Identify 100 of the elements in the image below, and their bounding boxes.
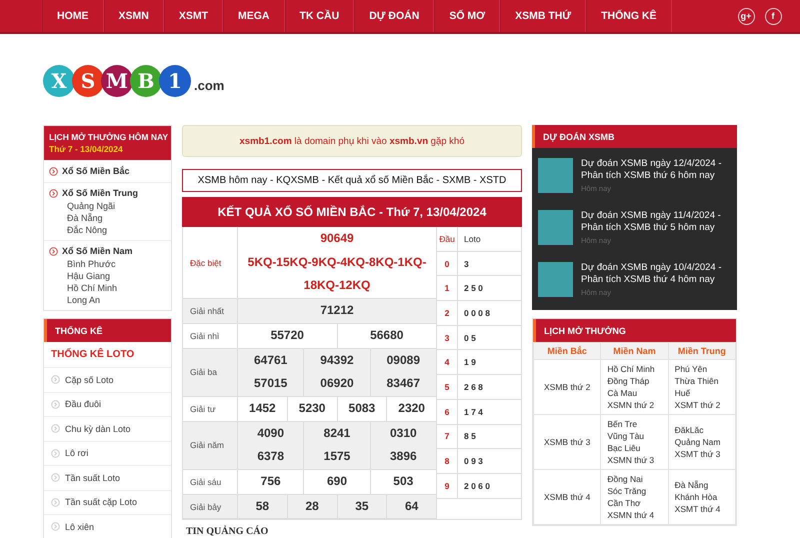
social-link[interactable]: g+: [738, 8, 755, 24]
table-cell: 4: [437, 350, 458, 374]
table-cell: XSMB thứ 4: [534, 470, 601, 524]
table-cell: XSMB thứ 3: [534, 414, 601, 470]
column-header: Miền Nam: [600, 342, 668, 360]
nav-link[interactable]: XSMN: [104, 0, 164, 32]
schedule-title: LỊCH MỞ THƯỞNG HÔM NAY: [49, 131, 166, 143]
table-cell-text: 2 5 0: [463, 282, 484, 296]
table-cell-text: 8 5: [463, 430, 477, 444]
nav-link[interactable]: MEGA: [223, 0, 285, 32]
region-link[interactable]: Xổ Số Miền Trung: [62, 187, 138, 200]
prize-number: 756: [260, 473, 282, 490]
stats-link[interactable]: Tần suất Loto: [65, 472, 120, 483]
logo-ball: M: [101, 65, 133, 97]
nav-link[interactable]: XSMT: [164, 0, 224, 32]
stats-link[interactable]: Lô xiên: [65, 522, 94, 532]
table-cell-text: 2 6 8: [463, 380, 484, 394]
prediction-link[interactable]: Dự đoán XSMB ngày 12/4/2024 - Phân tích XSMB thứ 6 hôm nay: [581, 158, 731, 182]
schedule-table-title: LỊCH MỞ THƯỞNG: [544, 326, 626, 336]
prize-number: 2320: [386, 396, 436, 421]
table-cell: ĐăkLăc Quảng Nam XSMT thứ 3: [668, 414, 736, 470]
prize-label: Giải ba: [183, 348, 238, 396]
stats-link[interactable]: Chu kỳ dàn Loto: [65, 424, 131, 434]
table-cell: XSMB thứ 2: [534, 360, 601, 414]
prize-number: 1575: [303, 445, 370, 470]
province-link[interactable]: Đắc Nông: [49, 224, 171, 236]
prize-number: 3896: [370, 445, 436, 470]
table-cell: 0: [437, 252, 458, 276]
prediction-link[interactable]: Dự đoán XSMB ngày 10/4/2024 - Phân tích XSMB thứ 4 hôm nay: [581, 262, 731, 286]
stats-link[interactable]: Tần suất cặp Loto: [65, 497, 138, 508]
prize-number: 55720: [270, 326, 305, 344]
table-cell-text: 1 9: [463, 356, 477, 370]
province-link[interactable]: Hậu Giang: [49, 270, 171, 282]
chevron-circle-icon: [49, 247, 58, 256]
social-link[interactable]: f: [764, 8, 782, 24]
column-header: Loto: [463, 232, 482, 246]
prize-number: 64: [386, 494, 436, 518]
prize-number: 56680: [336, 324, 436, 348]
table-cell-text: 0 9 3: [463, 455, 484, 468]
prize-label: Giải bảy: [183, 494, 238, 518]
column-header: Đầu: [437, 227, 458, 251]
prize-number: 58: [254, 498, 270, 515]
region-link[interactable]: Xổ Số Miền Nam: [62, 245, 133, 258]
table-cell: 1: [437, 276, 458, 300]
schedule-date: Thứ 7 - 13/04/2024: [49, 143, 124, 155]
logo-suffix: .com: [194, 78, 224, 92]
table-cell: Hồ Chí Minh Đồng Tháp Cà Mau XSMN thứ 2: [600, 360, 668, 414]
province-link[interactable]: Hồ Chí Minh: [49, 282, 171, 294]
logo-ball: X: [43, 65, 75, 97]
chevron-circle-icon: [51, 448, 60, 458]
province-link[interactable]: Quảng Ngãi: [49, 200, 171, 212]
prize-number: 5230: [286, 396, 336, 421]
prize-label: Giải năm: [183, 422, 238, 470]
prize-number: 5083: [336, 396, 386, 421]
photo-placeholder: [538, 210, 573, 245]
prize-number: 94392: [303, 348, 370, 372]
table-cell-text: 3: [463, 258, 470, 271]
column-header: Miền Trung: [668, 342, 736, 360]
stats-link[interactable]: Đầu đuôi: [65, 399, 102, 410]
nav-link[interactable]: SỐ MƠ: [434, 0, 500, 32]
region-link[interactable]: Xổ Số Miền Bắc: [62, 165, 130, 178]
chevron-circle-icon: [51, 375, 60, 384]
table-cell: 7: [437, 424, 458, 448]
table-cell: 3: [437, 326, 458, 350]
chevron-circle-icon: [51, 498, 60, 507]
nav-link[interactable]: HOME: [42, 0, 104, 32]
province-link[interactable]: Long An: [49, 294, 171, 306]
prize-number: 28: [286, 494, 336, 518]
table-cell: 8: [437, 449, 458, 473]
prize-number: 6378: [256, 448, 286, 466]
chevron-circle-icon: [49, 189, 58, 198]
table-cell: Đà Nẵng Khánh Hòa XSMT thứ 4: [668, 470, 736, 524]
prize-number: 8241: [303, 422, 370, 446]
chevron-circle-icon: [51, 473, 60, 482]
prize-label: Giải sáu: [183, 470, 238, 494]
stats-title: THỐNG KÊ: [55, 326, 103, 336]
table-cell: 9: [437, 474, 458, 498]
nav-link[interactable]: THỐNG KÊ: [586, 0, 672, 32]
photo-placeholder: [538, 262, 573, 297]
province-link[interactable]: Đà Nẵng: [49, 212, 171, 224]
table-cell: Bến Tre Vũng Tàu Bạc Liêu XSMN thứ 3: [600, 414, 668, 470]
logo-ball: 1: [159, 65, 191, 97]
province-link[interactable]: Bình Phước: [49, 258, 171, 270]
prize-number: 1452: [248, 400, 277, 417]
chevron-circle-icon: [51, 522, 60, 532]
nav-link[interactable]: TK CẦU: [284, 0, 354, 32]
prediction-link[interactable]: Dự đoán XSMB ngày 11/4/2024 - Phân tích XSMB thứ 5 hôm nay: [581, 210, 731, 234]
stats-link[interactable]: Lô rơi: [65, 448, 88, 458]
prize-number: 0310: [370, 422, 436, 446]
nav-link[interactable]: XSMB THỨ: [500, 0, 586, 32]
chevron-circle-icon: [49, 167, 58, 176]
prize-number: 5KQ-15KQ-9KQ-4KQ-8KQ-1KQ-18KQ-12KQ: [246, 254, 428, 294]
prize-number: 64761: [252, 352, 288, 369]
prize-label: Giải tư: [183, 396, 238, 421]
ads-title: TIN QUẢNG CÁO: [185, 524, 270, 538]
stats-link[interactable]: Cặp số Loto: [65, 374, 114, 385]
prize-number: 09089: [370, 348, 436, 372]
notice-text: xsmb1.com là domain phụ khi vào xsmb.vn gặp khó: [240, 136, 464, 146]
nav-link[interactable]: DỰ ĐOÁN: [354, 0, 434, 32]
table-cell-text: 0 5: [463, 332, 477, 345]
